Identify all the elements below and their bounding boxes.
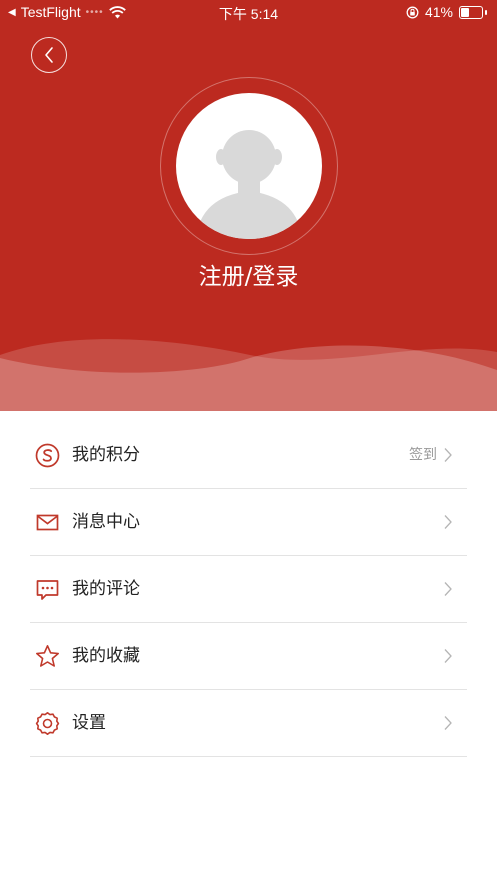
login-register-link[interactable]: 注册/登录 xyxy=(0,257,497,291)
header-wave-decoration xyxy=(0,339,497,411)
chevron-left-icon xyxy=(45,47,53,63)
menu-list: 我的积分 签到 消息中心 我的评论 我的收藏 设置 xyxy=(30,422,467,757)
back-button[interactable] xyxy=(31,37,67,73)
menu-item-messages[interactable]: 消息中心 xyxy=(30,489,467,556)
chevron-right-icon xyxy=(444,448,452,462)
menu-item-settings[interactable]: 设置 xyxy=(30,690,467,757)
profile-screen: ◀ TestFlight •••• 下午 5:14 41% 注册/登录 我的积分… xyxy=(0,0,497,883)
menu-item-label: 我的收藏 xyxy=(72,646,140,666)
settings-icon xyxy=(35,712,60,735)
comment-icon xyxy=(36,580,59,600)
mail-icon xyxy=(36,514,59,531)
orientation-lock-icon xyxy=(406,6,419,18)
sign-in-link[interactable]: 签到 xyxy=(409,445,437,465)
battery-percent: 41% xyxy=(424,4,453,20)
status-right-group: 41% xyxy=(406,4,487,20)
menu-item-label: 消息中心 xyxy=(72,512,140,532)
star-icon xyxy=(36,645,59,667)
status-bar: ◀ TestFlight •••• 下午 5:14 41% xyxy=(0,0,497,26)
chevron-right-icon xyxy=(444,649,452,663)
menu-item-label: 我的评论 xyxy=(72,579,140,599)
points-icon xyxy=(35,443,60,468)
battery-tip xyxy=(485,9,487,15)
menu-item-comments[interactable]: 我的评论 xyxy=(30,556,467,623)
chevron-right-icon xyxy=(444,582,452,596)
menu-item-label: 我的积分 xyxy=(72,445,140,465)
menu-item-favorites[interactable]: 我的收藏 xyxy=(30,623,467,690)
chevron-right-icon xyxy=(444,515,452,529)
menu-item-label: 设置 xyxy=(72,713,106,733)
battery-icon xyxy=(459,5,483,19)
default-avatar-icon xyxy=(196,130,302,239)
chevron-right-icon xyxy=(444,716,452,730)
menu-item-points[interactable]: 我的积分 签到 xyxy=(30,422,467,489)
avatar[interactable] xyxy=(176,93,322,239)
profile-header: ◀ TestFlight •••• 下午 5:14 41% 注册/登录 xyxy=(0,0,497,411)
